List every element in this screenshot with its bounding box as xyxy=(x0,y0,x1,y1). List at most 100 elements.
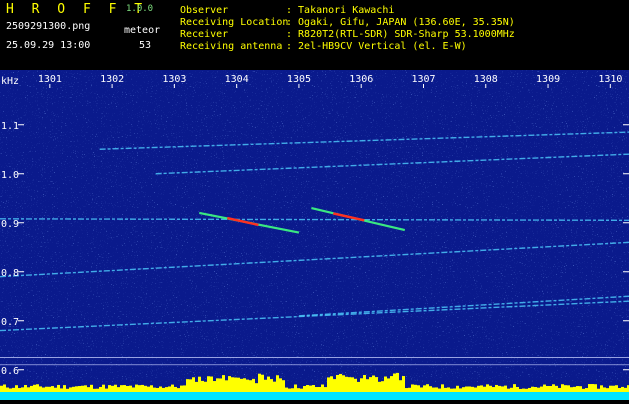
activity-bar xyxy=(327,377,330,392)
activity-bar xyxy=(579,386,582,392)
activity-bar xyxy=(339,373,342,392)
activity-bar xyxy=(600,385,603,392)
activity-bar xyxy=(204,381,207,392)
activity-bar xyxy=(615,385,618,392)
activity-bar xyxy=(399,380,402,392)
activity-bar xyxy=(282,380,285,392)
activity-bar xyxy=(180,385,183,392)
activity-bar xyxy=(72,386,75,392)
activity-bar xyxy=(489,385,492,392)
activity-bar xyxy=(255,383,258,392)
activity-bar xyxy=(3,384,6,392)
activity-bar xyxy=(576,386,579,392)
activity-bar xyxy=(213,381,216,392)
activity-bar xyxy=(165,387,168,392)
activity-bar xyxy=(447,387,450,392)
activity-bar xyxy=(495,384,498,392)
activity-bar xyxy=(219,378,222,392)
activity-bar xyxy=(387,378,390,392)
activity-bar xyxy=(240,378,243,392)
activity-bar xyxy=(360,378,363,392)
activity-bar xyxy=(375,377,378,392)
activity-bar xyxy=(477,385,480,392)
activity-bar xyxy=(603,387,606,392)
app-version: 1.0.0 xyxy=(126,4,154,14)
activity-bar xyxy=(63,385,66,392)
y-tick-label: 0.7 xyxy=(1,317,19,328)
activity-bar xyxy=(609,385,612,392)
activity-bar xyxy=(543,384,546,392)
activity-bar xyxy=(102,384,105,392)
activity-bar xyxy=(9,388,12,392)
activity-bar xyxy=(48,386,51,392)
activity-bar xyxy=(264,379,267,392)
x-tick-label: 1305 xyxy=(287,74,311,85)
activity-bar xyxy=(300,388,303,392)
activity-bar xyxy=(594,384,597,392)
activity-bar xyxy=(105,388,108,392)
activity-bar xyxy=(564,385,567,392)
activity-bar xyxy=(465,386,468,392)
activity-bar xyxy=(234,377,237,392)
info-value-receiver: : R820T2(RTL-SDR) SDR-Sharp 53.1000MHz xyxy=(286,29,515,40)
activity-bar xyxy=(243,378,246,392)
activity-bar xyxy=(372,375,375,392)
activity-bar xyxy=(183,385,186,392)
info-label-location: Receiving Location xyxy=(180,17,289,28)
activity-bar xyxy=(345,376,348,392)
y-tick-label: 1.0 xyxy=(1,170,19,181)
activity-bar xyxy=(99,386,102,392)
activity-bar xyxy=(81,385,84,392)
activity-bar xyxy=(561,384,564,392)
activity-bar xyxy=(591,384,594,392)
activity-bar xyxy=(402,376,405,392)
y-tick-label: 0.6 xyxy=(1,366,19,377)
activity-bar xyxy=(6,387,9,392)
activity-bar xyxy=(36,384,39,392)
activity-bar xyxy=(405,388,408,392)
activity-bar xyxy=(18,388,21,392)
activity-bar xyxy=(324,387,327,392)
activity-bar xyxy=(534,387,537,392)
activity-bar xyxy=(186,379,189,392)
activity-bar xyxy=(132,387,135,392)
activity-bar xyxy=(222,375,225,392)
activity-bar xyxy=(84,385,87,392)
x-tick-label: 1306 xyxy=(349,74,373,85)
activity-bar xyxy=(468,386,471,392)
activity-bar xyxy=(42,387,45,392)
activity-bar xyxy=(246,379,249,392)
activity-bar xyxy=(60,388,63,392)
x-tick-label: 1301 xyxy=(38,74,62,85)
activity-bar xyxy=(57,384,60,392)
activity-bar xyxy=(549,385,552,392)
activity-bar xyxy=(366,379,369,392)
activity-bar xyxy=(519,388,522,392)
activity-bar xyxy=(285,387,288,392)
activity-bar xyxy=(525,388,528,392)
activity-bar xyxy=(363,375,366,392)
activity-bar xyxy=(75,386,78,392)
y-tick-label: 1.1 xyxy=(1,121,19,132)
y-unit-label: kHz xyxy=(1,76,19,87)
activity-bar xyxy=(420,387,423,392)
activity-bar xyxy=(570,387,573,392)
activity-bar xyxy=(24,384,27,392)
activity-bar xyxy=(114,384,117,392)
activity-bar xyxy=(480,385,483,392)
activity-bar xyxy=(513,384,516,392)
activity-bar xyxy=(306,385,309,392)
activity-bar xyxy=(135,384,138,392)
activity-bar xyxy=(483,386,486,392)
activity-bar xyxy=(528,387,531,392)
activity-bar xyxy=(384,376,387,392)
activity-bar xyxy=(624,387,627,392)
activity-bar xyxy=(354,378,357,392)
activity-bar xyxy=(381,381,384,392)
activity-bar xyxy=(567,385,570,392)
activity-bar xyxy=(450,388,453,392)
activity-bar xyxy=(69,387,72,392)
activity-bar xyxy=(51,386,54,392)
activity-bar xyxy=(426,384,429,392)
activity-bar xyxy=(174,386,177,392)
